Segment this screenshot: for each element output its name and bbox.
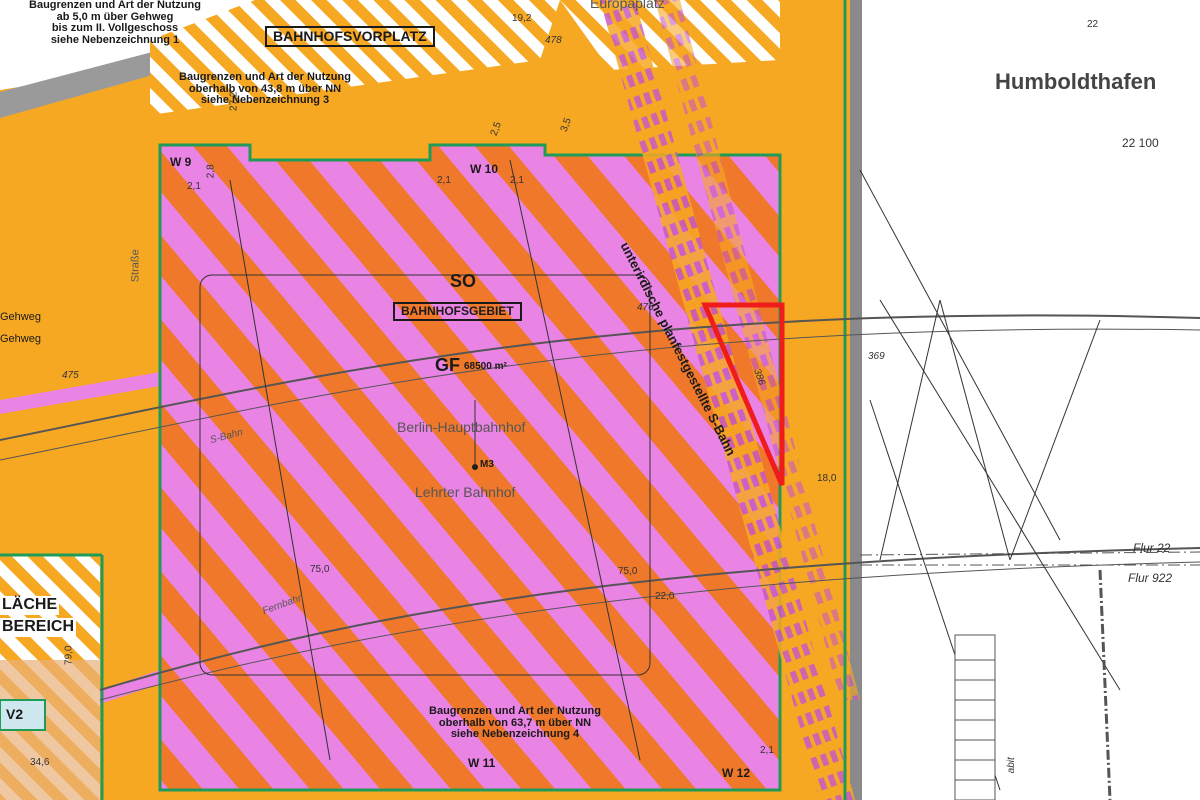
w9-label: W 9	[170, 155, 192, 169]
dim-18-0: 18,0	[817, 473, 837, 484]
dim-79-0: 79,0	[63, 645, 75, 665]
lehrter-bahnhof-label: Lehrter Bahnhof	[415, 484, 516, 500]
street-fragment: abit	[1005, 757, 1017, 774]
parcel-475: 475	[62, 370, 79, 381]
dim-2-1-c: 2,1	[510, 175, 524, 186]
note-top-left: Baugrenzen und Art der Nutzung ab 5,0 m …	[29, 0, 201, 46]
gehweg-label-2: Gehweg	[0, 333, 41, 345]
parcel-369: 369	[868, 351, 885, 362]
dim-2-1-b: 2,1	[437, 175, 451, 186]
harbour-area	[860, 0, 1200, 800]
w12-label: W 12	[722, 766, 751, 780]
parcel-22: 22	[1087, 19, 1099, 30]
zoning-map[interactable]: Baugrenzen und Art der Nutzung ab 5,0 m …	[0, 0, 1200, 800]
flur922-label: Flur 922	[1128, 571, 1173, 585]
note-top-mid: Baugrenzen und Art der Nutzung oberhalb …	[179, 71, 351, 107]
dim-22-0: 22,0	[655, 591, 675, 602]
flaeche-label: LÄCHE	[0, 596, 60, 615]
v2-label: V2	[6, 706, 24, 722]
parcel-22100: 22 100	[1122, 136, 1159, 150]
berlin-hauptbahnhof-label: Berlin-Hauptbahnhof	[397, 419, 526, 435]
gf-value: 68500 m²	[464, 361, 507, 372]
note-bottom: Baugrenzen und Art der Nutzung oberhalb …	[429, 705, 601, 741]
m3-label: M3	[480, 459, 494, 470]
bereich-label: BEREICH	[0, 618, 77, 637]
bahnhofsgebiet-label: BAHNHOFSGEBIET	[393, 302, 522, 321]
parcel-476: 476	[637, 302, 654, 313]
dim-19-2: 19,2	[512, 13, 532, 24]
dim-2-8: 2,8	[205, 164, 217, 179]
dim-34-6: 34,6	[30, 757, 50, 768]
flur22-label: Flur 22	[1133, 541, 1171, 555]
dim-27-2: 27,2	[228, 91, 240, 111]
parcel-478: 478	[545, 35, 562, 46]
w10-label: W 10	[470, 162, 499, 176]
humboldthafen-label: Humboldthafen	[995, 69, 1157, 94]
gehweg-label-1: Gehweg	[0, 311, 41, 323]
gf-label: GF	[435, 355, 460, 375]
bahnhofsvorplatz-label: BAHNHOFSVORPLATZ	[265, 26, 435, 47]
dim-2-1-a: 2,1	[187, 181, 201, 192]
w11-label: W 11	[468, 756, 496, 770]
dim-75-b: 75,0	[618, 566, 638, 577]
europaplatz-label: Europaplatz	[590, 0, 665, 11]
so-label: SO	[450, 271, 477, 291]
dim-2-1-d: 2,1	[760, 745, 774, 756]
dim-75-a: 75,0	[310, 564, 330, 575]
map-canvas	[0, 0, 1200, 800]
strasse-label: Straße	[129, 249, 142, 283]
